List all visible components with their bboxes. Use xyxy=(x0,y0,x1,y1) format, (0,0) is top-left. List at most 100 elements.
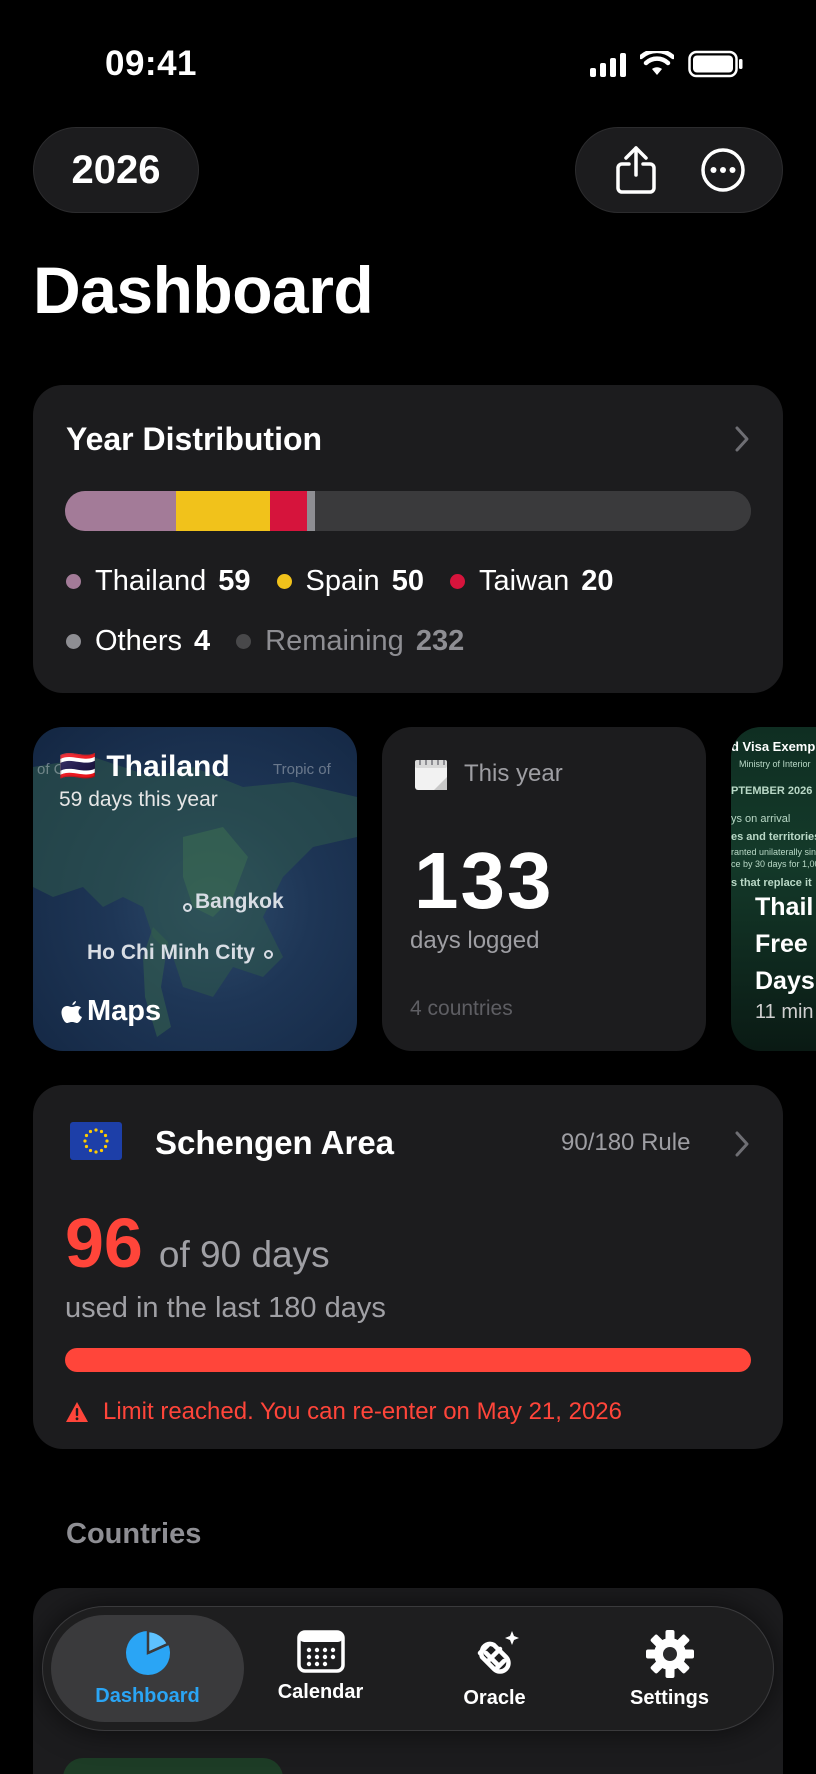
legend-count: 50 xyxy=(391,565,424,597)
distribution-segment-taiwan xyxy=(269,491,308,531)
eu-flag-icon xyxy=(70,1122,122,1160)
schengen-warning-text: Limit reached. You can re-enter on May 2… xyxy=(103,1398,622,1425)
countries-section-title: Countries xyxy=(66,1518,202,1550)
country-map-card[interactable]: of Canc Tropic of 🇹🇭 Thailand 59 days th… xyxy=(33,727,357,1051)
map-header: 🇹🇭 Thailand 59 days this year xyxy=(59,749,230,812)
city-marker-icon xyxy=(183,903,192,912)
wifi-icon xyxy=(640,51,674,75)
maps-label: Maps xyxy=(87,995,162,1027)
article-card[interactable]: d Visa Exemp Ministry of Interior PTEMBE… xyxy=(731,727,816,1051)
legend-dot xyxy=(236,634,252,649)
distribution-segment-remaining xyxy=(314,491,751,531)
chevron-right-icon xyxy=(735,1131,749,1157)
distribution-segment-thailand xyxy=(65,491,176,531)
article-line: s that replace it xyxy=(731,877,812,889)
legend-count: 59 xyxy=(218,565,251,597)
legend-row: Thailand 59 Spain 50 Taiwan 20 xyxy=(66,565,640,598)
article-line: ranted unilaterally since xyxy=(731,847,816,857)
schengen-days-used: 96 xyxy=(65,1204,143,1282)
schengen-rule: 90/180 Rule xyxy=(561,1129,691,1156)
legend-dot xyxy=(276,574,292,589)
battery-icon xyxy=(688,50,743,78)
tab-label: Settings xyxy=(630,1687,709,1709)
year-distribution-bar xyxy=(65,491,751,531)
year-selector-button[interactable]: 2026 xyxy=(33,127,199,213)
legend-item-taiwan: Taiwan 20 xyxy=(449,565,614,598)
legend-dot xyxy=(449,574,465,589)
article-title-line: Days xyxy=(755,967,815,995)
tab-bar: Dashboard Calendar Oracle Settings xyxy=(42,1606,774,1731)
legend-name: Remaining xyxy=(265,625,404,657)
page-title: Dashboard xyxy=(33,253,374,327)
tab-settings[interactable]: Settings xyxy=(582,1607,757,1730)
schengen-progress-bar xyxy=(65,1348,751,1372)
share-button[interactable] xyxy=(608,142,664,198)
article-read-time: 11 min xyxy=(755,1001,814,1023)
legend-dot xyxy=(66,634,81,649)
schengen-window: used in the last 180 days xyxy=(65,1292,386,1324)
legend-count: 20 xyxy=(581,565,614,597)
legend-name: Taiwan xyxy=(478,565,570,597)
this-year-card[interactable]: This year 133 days logged 4 countries xyxy=(382,727,706,1051)
schengen-warning: Limit reached. You can re-enter on May 2… xyxy=(65,1398,622,1426)
legend-row: Others 4 Remaining 232 xyxy=(66,625,490,658)
article-line: Ministry of Interior xyxy=(739,759,811,769)
article-title-line: Free xyxy=(755,930,808,958)
legend-count: 232 xyxy=(415,625,465,657)
pie-chart-icon xyxy=(125,1629,170,1675)
legend-name: Thailand xyxy=(95,565,207,597)
year-distribution-card[interactable]: Year Distribution Thailand 59 Spain 50 Taiwa… xyxy=(33,385,783,693)
schengen-card[interactable]: Schengen Area 90/180 Rule 96 of 90 days … xyxy=(33,1085,783,1449)
legend-name: Spain xyxy=(305,565,380,597)
city-marker-icon xyxy=(264,950,273,959)
gear-icon xyxy=(645,1630,694,1678)
days-logged-value: 133 xyxy=(414,836,554,925)
status-icons xyxy=(590,50,744,78)
oracle-sparkle-icon xyxy=(477,1631,519,1674)
legend-item-remaining: Remaining 232 xyxy=(236,625,464,658)
article-line: ys on arrival xyxy=(731,813,791,825)
legend-count: 4 xyxy=(194,625,211,657)
map-days-subtitle: 59 days this year xyxy=(59,788,218,811)
map-country-name: Thailand xyxy=(106,749,230,783)
tab-calendar[interactable]: Calendar xyxy=(233,1607,408,1730)
warning-icon xyxy=(66,1402,88,1422)
legend-dot xyxy=(66,574,81,589)
tab-label: Calendar xyxy=(277,1681,364,1703)
calendar-page-icon xyxy=(415,760,447,790)
days-logged-unit: days logged xyxy=(410,927,540,954)
legend-item-others: Others 4 xyxy=(66,625,210,658)
chevron-right-icon xyxy=(735,426,749,452)
schengen-usage: 96 of 90 days xyxy=(65,1203,330,1283)
map-city-label: Ho Chi Minh City xyxy=(87,941,255,964)
map-faint-label: Tropic of xyxy=(273,761,331,778)
article-title-line: Thail xyxy=(755,893,814,921)
map-country: 🇹🇭 Thailand xyxy=(59,749,230,784)
apple-logo-icon xyxy=(61,1000,82,1023)
article-line: PTEMBER 2026 xyxy=(731,785,813,797)
country-count: 4 countries xyxy=(410,997,513,1020)
tab-oracle[interactable]: Oracle xyxy=(407,1607,582,1730)
map-city-label: Bangkok xyxy=(195,890,284,913)
list-item-badge xyxy=(63,1758,283,1774)
legend-item-spain: Spain 50 xyxy=(276,565,424,598)
more-button[interactable] xyxy=(695,142,751,198)
tab-label: Oracle xyxy=(463,1687,526,1709)
article-line: d Visa Exemp xyxy=(731,739,816,754)
schengen-days-limit: of 90 days xyxy=(158,1234,330,1275)
legend-name: Others xyxy=(95,625,183,657)
thailand-flag-icon: 🇹🇭 xyxy=(59,750,97,783)
distribution-segment-spain xyxy=(175,491,270,531)
more-icon xyxy=(700,148,745,192)
cellular-signal-icon xyxy=(590,51,626,77)
dashboard-screen: 09:41 2026 Dashboard Year Distribution T… xyxy=(0,0,816,1774)
distribution-segment-others xyxy=(307,491,315,531)
tab-dashboard[interactable]: Dashboard xyxy=(60,1607,235,1730)
article-title: Thail Free Days xyxy=(755,889,815,1000)
legend-item-thailand: Thailand 59 xyxy=(66,565,251,598)
calendar-icon xyxy=(296,1630,345,1673)
status-time: 09:41 xyxy=(105,44,198,83)
this-year-label: This year xyxy=(464,760,563,787)
header-actions xyxy=(575,127,783,213)
share-icon xyxy=(615,146,656,194)
